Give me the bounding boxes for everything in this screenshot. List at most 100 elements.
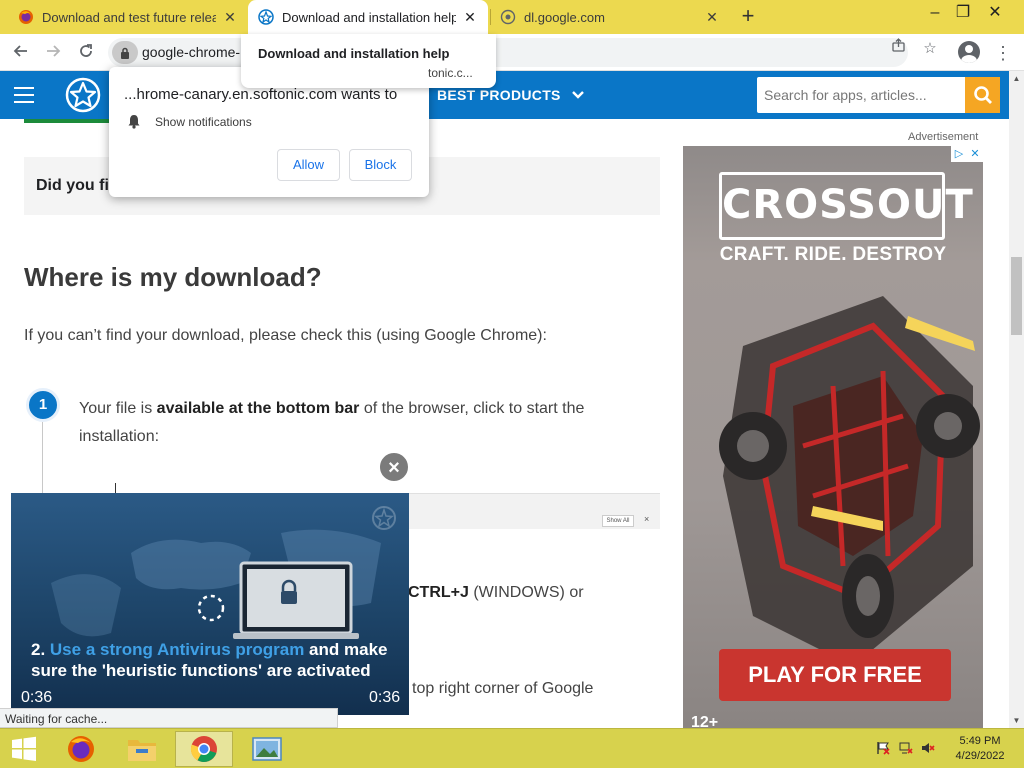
caption-number: 2. — [31, 640, 50, 659]
close-window-button[interactable]: ✕ — [978, 0, 1012, 30]
top-right-text: top right corner of Google — [412, 680, 594, 697]
permission-request: Show notifications — [127, 114, 252, 129]
clock-time: 5:49 PM — [959, 735, 1001, 747]
video-time-remaining: 0:36 — [369, 689, 401, 706]
profile-avatar-icon[interactable] — [958, 41, 980, 63]
step-number-badge: 1 — [26, 388, 60, 422]
chevron-down-icon — [572, 91, 584, 99]
softonic-icon — [258, 9, 274, 25]
ctrl-j-rest: (WINDOWS) or — [468, 584, 584, 601]
download-button-edge[interactable] — [24, 119, 116, 123]
caption-highlight: Use a strong Antivirus program — [49, 640, 305, 659]
tab-firefox-releases[interactable]: Download and test future releas ✕ — [8, 0, 248, 34]
browser-toolbar: google-chrome- ☆ ⋮ — [0, 34, 1024, 71]
best-products-nav[interactable]: BEST PRODUCTS — [437, 87, 585, 103]
status-bubble: Waiting for cache... — [0, 708, 338, 728]
menu-kebab-icon[interactable]: ⋮ — [994, 40, 1012, 66]
video-caption: 2. Use a strong Antivirus program and ma… — [31, 639, 401, 681]
tab-strip: Download and test future releas ✕ Downlo… — [0, 0, 1024, 34]
ad-close-icon[interactable]: ✕ — [967, 146, 983, 162]
world-map-laptop-icon — [51, 529, 381, 639]
windows-taskbar: 5:49 PM 4/29/2022 — [0, 728, 1024, 768]
ctrl-j-text: CTRL+J (WINDOWS) or — [408, 584, 584, 602]
firefox-icon — [18, 9, 34, 25]
site-search-button[interactable] — [965, 77, 1000, 113]
maximize-button[interactable]: ❐ — [946, 0, 980, 30]
folder-icon — [128, 740, 156, 761]
age-rating: 12+ — [691, 714, 719, 728]
tab-title: Download and installation help — [282, 9, 456, 25]
tab-title: Download and test future releas — [42, 9, 216, 25]
tab-title: dl.google.com — [524, 9, 605, 25]
reload-icon — [80, 44, 92, 57]
picture-icon — [252, 737, 282, 761]
taskbar-firefox[interactable] — [52, 731, 110, 767]
search-icon — [973, 86, 992, 104]
back-arrow-icon — [13, 45, 27, 57]
ctrl-j-bold: CTRL+J — [408, 584, 469, 601]
intro-text: If you can’t find your download, please … — [24, 327, 547, 344]
share-icon[interactable] — [887, 38, 909, 60]
download-bar-screenshot: Show All × — [408, 493, 660, 529]
scroll-thumb[interactable] — [1011, 257, 1022, 335]
block-button[interactable]: Block — [349, 149, 412, 181]
page-scrollbar[interactable]: ▲ ▼ — [1009, 71, 1024, 728]
step-text-bold: available at the bottom bar — [156, 400, 360, 417]
tab-hover-card: Download and installation help tonic.c..… — [241, 34, 496, 88]
new-tab-button[interactable]: + — [736, 4, 760, 30]
taskbar-chrome[interactable] — [175, 731, 233, 767]
scroll-down-icon[interactable]: ▼ — [1009, 713, 1024, 728]
crossout-ad[interactable]: ▷ ✕ CROSSOUT CRAFT. RIDE. DESTROY PLAY F… — [683, 146, 983, 728]
firefox-icon — [68, 736, 94, 762]
system-clock[interactable]: 5:49 PM 4/29/2022 — [948, 734, 1012, 764]
bell-icon — [128, 115, 140, 129]
tab-dl-google[interactable]: dl.google.com ✕ — [490, 0, 730, 34]
where-download-heading: Where is my download? — [24, 262, 322, 292]
taskbar-file-explorer[interactable] — [113, 731, 171, 767]
url-text: google-chrome- — [142, 44, 241, 60]
video-player[interactable]: 2. Use a strong Antivirus program and ma… — [11, 493, 409, 715]
site-search-input[interactable]: Search for apps, articles... — [757, 77, 965, 113]
step-1-text: Your file is available at the bottom bar… — [79, 395, 639, 451]
hover-card-title: Download and installation help — [258, 46, 450, 61]
forward-arrow-icon — [47, 45, 61, 57]
address-bar[interactable]: google-chrome- — [108, 38, 908, 67]
tab-download-help[interactable]: Download and installation help ✕ — [248, 0, 488, 34]
ad-tagline: CRAFT. RIDE. DESTROY — [719, 244, 947, 265]
show-all-label: Show All — [602, 515, 634, 527]
hamburger-menu-icon[interactable] — [14, 87, 34, 103]
reload-button[interactable] — [73, 40, 99, 66]
taskbar-photo-viewer[interactable] — [238, 731, 296, 767]
close-tab-icon[interactable]: ✕ — [462, 9, 478, 26]
step-text-a: Your file is — [79, 400, 157, 417]
clock-date: 4/29/2022 — [955, 750, 1005, 762]
permission-request-label: Show notifications — [155, 114, 252, 129]
softonic-logo-icon[interactable] — [64, 77, 102, 113]
back-button[interactable] — [8, 40, 34, 66]
video-watermark-icon — [372, 506, 396, 530]
chrome-icon — [190, 736, 217, 763]
close-tab-icon[interactable]: ✕ — [222, 9, 238, 26]
start-button[interactable] — [0, 731, 48, 767]
bookmark-star-icon[interactable]: ☆ — [919, 38, 941, 60]
crossout-logo: CROSSOUT — [719, 172, 973, 240]
forward-button[interactable] — [40, 40, 66, 66]
close-video-button[interactable]: × — [378, 451, 410, 483]
windows-logo-icon — [12, 736, 36, 761]
play-for-free-button[interactable]: PLAY FOR FREE — [719, 649, 951, 701]
best-products-label: BEST PRODUCTS — [437, 87, 561, 103]
volume-muted-icon[interactable] — [920, 741, 936, 757]
network-icon[interactable] — [898, 741, 914, 757]
permission-title: ...hrome-canary.en.softonic.com wants to — [124, 86, 398, 103]
allow-button[interactable]: Allow — [277, 149, 340, 181]
globe-icon — [500, 9, 516, 25]
did-you-text: Did you fi — [36, 177, 109, 194]
scroll-up-icon[interactable]: ▲ — [1009, 71, 1024, 86]
screenshot-close-icon: × — [644, 514, 650, 524]
ad-choices[interactable]: ▷ ✕ — [951, 146, 983, 162]
close-tab-icon[interactable]: ✕ — [704, 9, 720, 26]
action-center-flag-icon[interactable] — [875, 741, 891, 757]
step-connector — [42, 422, 43, 502]
ad-choices-icon[interactable]: ▷ — [951, 146, 967, 162]
lock-icon[interactable] — [112, 41, 138, 64]
